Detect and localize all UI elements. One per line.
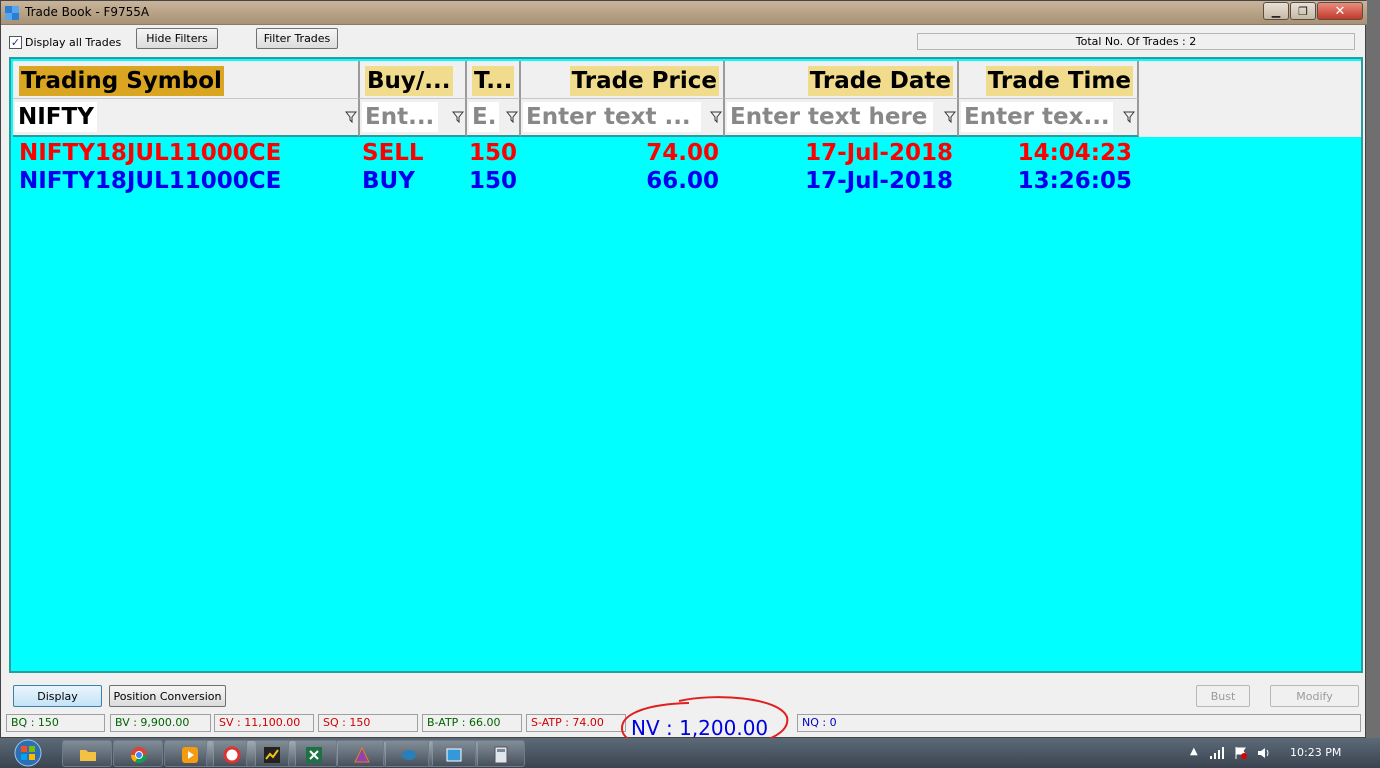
app-puzzle-icon (5, 6, 19, 20)
trading-chart-icon (264, 747, 280, 763)
column-header-trade-date[interactable]: Trade Date (725, 61, 959, 99)
taskbar-app-7[interactable] (336, 740, 386, 767)
maximize-button[interactable]: ❐ (1290, 2, 1316, 20)
column-header-trade-price[interactable]: Trade Price (521, 61, 725, 99)
excel-icon (306, 747, 322, 763)
window-title: Trade Book - F9755A (25, 5, 150, 19)
close-icon: ✕ (1334, 3, 1346, 19)
restore-icon: ❐ (1298, 4, 1308, 18)
table-row[interactable]: NIFTY18JUL11000CE BUY 150 66.00 17-Jul-2… (11, 167, 1359, 195)
symbol-filter-input[interactable]: NIFTY (15, 102, 97, 132)
checkmark-icon: ✓ (10, 36, 21, 49)
trade-book-window: Trade Book - F9755A ▁ ❐ ✕ ✓ Display all … (0, 0, 1367, 752)
taskbar-chrome[interactable] (113, 740, 163, 767)
cell-side: BUY (362, 168, 415, 194)
qty-filter-input[interactable]: E. (469, 102, 499, 132)
chrome-icon (130, 747, 148, 764)
grid-header: Trading Symbol Buy/... T... Trade Price … (13, 61, 1361, 137)
funnel-icon[interactable] (944, 111, 956, 123)
filter-cell-buy-sell: Ent... (360, 99, 467, 137)
hide-filters-button[interactable]: Hide Filters (136, 28, 218, 49)
funnel-icon[interactable] (345, 111, 357, 123)
minimize-button[interactable]: ▁ (1263, 2, 1289, 20)
taskbar-excel[interactable] (288, 740, 338, 767)
filter-cell-trade-price: Enter text ... (521, 99, 725, 137)
buy-sell-filter-input[interactable]: Ent... (362, 102, 438, 132)
filter-cell-trade-date: Enter text here (725, 99, 959, 137)
folder-icon (80, 750, 96, 761)
column-header-trade-qty[interactable]: T... (467, 61, 521, 99)
play-icon (182, 747, 198, 763)
bust-button[interactable]: Bust (1196, 685, 1250, 707)
status-bar: BQ : 150 BV : 9,900.00 SV : 11,100.00 SQ… (1, 696, 1367, 752)
taskbar-clock: 10:23 PM (1290, 746, 1342, 759)
toolbar: ✓ Display all Trades Hide Filters Filter… (1, 25, 1367, 57)
minimize-icon: ▁ (1271, 4, 1281, 18)
cell-symbol: NIFTY18JUL11000CE (19, 168, 282, 194)
price-filter-input[interactable]: Enter text ... (523, 102, 701, 132)
cell-symbol: NIFTY18JUL11000CE (19, 140, 282, 166)
window-app-icon (446, 748, 462, 762)
close-button[interactable]: ✕ (1317, 2, 1363, 20)
cell-date: 17-Jul-2018 (805, 140, 953, 166)
date-filter-input[interactable]: Enter text here (727, 102, 933, 132)
filter-cell-trading-symbol: NIFTY (13, 99, 360, 137)
filter-cell-trade-qty: E. (467, 99, 521, 137)
column-header-trade-time[interactable]: Trade Time (959, 61, 1139, 99)
filter-cell-trade-time: Enter tex... (959, 99, 1139, 137)
taskbar-app-9[interactable] (428, 740, 478, 767)
signal-icon[interactable] (1210, 747, 1224, 759)
funnel-icon[interactable] (1123, 111, 1135, 123)
taskbar-app-8[interactable] (383, 740, 433, 767)
display-all-checkbox[interactable]: ✓ (9, 36, 22, 49)
taskbar-calculator[interactable] (475, 740, 525, 767)
display-all-label[interactable]: Display all Trades (25, 36, 121, 49)
column-header-trading-symbol[interactable]: Trading Symbol (13, 61, 360, 99)
status-net-qty: NQ : 0 (797, 714, 1361, 732)
modify-button[interactable]: Modify (1270, 685, 1359, 707)
status-sell-qty: SQ : 150 (318, 714, 418, 732)
display-button[interactable]: Display (13, 685, 102, 707)
funnel-icon[interactable] (506, 111, 518, 123)
status-buy-atp: B-ATP : 66.00 (422, 714, 522, 732)
total-trades-count: Total No. Of Trades : 2 (917, 33, 1355, 50)
calculator-icon (494, 746, 508, 764)
system-tray: ▲ (1186, 738, 1380, 768)
windows-taskbar: ▲ 10:23 PM (0, 738, 1380, 768)
taskbar-explorer[interactable] (62, 740, 112, 767)
cell-price: 66.00 (646, 168, 719, 194)
cell-qty: 150 (469, 140, 518, 166)
cell-side: SELL (362, 140, 424, 166)
cell-time: 13:26:05 (1017, 168, 1132, 194)
trade-grid[interactable]: Trading Symbol Buy/... T... Trade Price … (9, 57, 1363, 673)
windows-start-icon[interactable] (4, 738, 48, 768)
cell-price: 74.00 (646, 140, 719, 166)
lifebuoy-icon (223, 746, 241, 764)
triangle-app-icon (354, 746, 370, 763)
funnel-icon[interactable] (452, 111, 464, 123)
time-filter-input[interactable]: Enter tex... (961, 102, 1113, 132)
status-sell-atp: S-ATP : 74.00 (526, 714, 626, 732)
position-conversion-button[interactable]: Position Conversion (109, 685, 226, 707)
cell-date: 17-Jul-2018 (805, 168, 953, 194)
status-buy-qty: BQ : 150 (6, 714, 105, 732)
speaker-icon[interactable] (1256, 746, 1270, 760)
table-row[interactable]: NIFTY18JUL11000CE SELL 150 74.00 17-Jul-… (11, 139, 1359, 167)
cell-qty: 150 (469, 168, 518, 194)
network-app-icon (402, 750, 416, 760)
status-sell-value: SV : 11,100.00 (214, 714, 314, 732)
show-hidden-icons-icon[interactable]: ▲ (1190, 746, 1198, 757)
status-buy-value: BV : 9,900.00 (110, 714, 211, 732)
filter-trades-button[interactable]: Filter Trades (256, 28, 338, 49)
flag-icon[interactable] (1234, 746, 1248, 760)
column-header-buy-sell[interactable]: Buy/... (360, 61, 467, 99)
funnel-icon[interactable] (710, 111, 722, 123)
title-bar[interactable]: Trade Book - F9755A ▁ ❐ ✕ (1, 1, 1367, 25)
cell-time: 14:04:23 (1017, 140, 1132, 166)
